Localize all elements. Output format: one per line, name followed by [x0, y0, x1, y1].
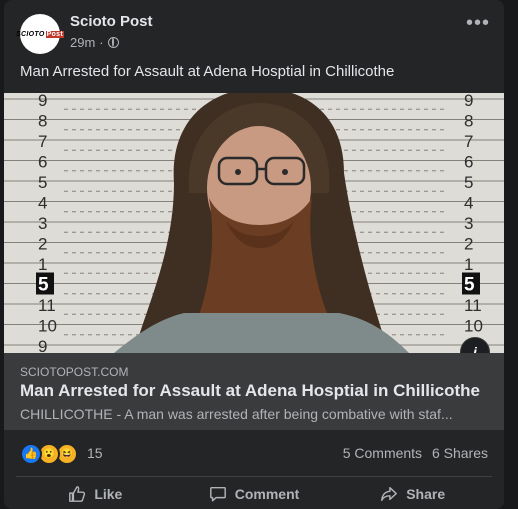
- ruler-label-right: 11: [464, 296, 482, 315]
- post-card: SCIOTO Post Scioto Post 29m · ••• Man Arr…: [4, 0, 504, 509]
- link-preview[interactable]: SCIOTOPOST.COM Man Arrested for Assault …: [4, 353, 504, 430]
- page-name[interactable]: Scioto Post: [70, 13, 153, 30]
- meta-separator: ·: [99, 35, 104, 50]
- link-title[interactable]: Man Arrested for Assault at Adena Hospti…: [20, 381, 480, 401]
- post-time[interactable]: 29m: [70, 35, 95, 50]
- comments-shares: 5 Comments 6 Shares: [337, 445, 488, 461]
- comments-count[interactable]: 5 Comments: [343, 445, 422, 461]
- ruler-label-right: 5: [464, 275, 475, 296]
- reaction-count[interactable]: 15: [87, 445, 103, 461]
- ruler-label-right: 10: [464, 317, 483, 336]
- like-label: Like: [94, 485, 123, 502]
- ruler-label-right: 7: [464, 132, 473, 151]
- page-logo: SCIOTO Post: [16, 30, 64, 38]
- ruler-label-left: 9: [38, 93, 47, 110]
- globe-icon: [107, 37, 119, 48]
- ruler-label-left: 9: [38, 337, 47, 353]
- ruler-label-left: 8: [38, 112, 47, 131]
- post-photo[interactable]: 998877665544332211551111101099 i: [4, 93, 504, 353]
- share-button[interactable]: Share: [333, 478, 492, 509]
- page-avatar[interactable]: SCIOTO Post: [16, 14, 64, 54]
- ruler-label-left: 5: [38, 275, 49, 296]
- reaction-icons[interactable]: 👍 😮 😆: [20, 443, 78, 465]
- share-label: Share: [406, 485, 446, 502]
- thumbs-up-icon: [69, 485, 86, 502]
- ruler-label-left: 4: [38, 194, 47, 213]
- ruler-label-left: 11: [38, 296, 56, 315]
- like-icon: 👍: [20, 443, 42, 465]
- reactions-bar: 👍 😮 😆 15 5 Comments 6 Shares: [4, 430, 504, 472]
- comment-icon: [209, 486, 226, 501]
- ruler-label-left: 1: [38, 255, 47, 274]
- ruler-label-left: 5: [38, 173, 47, 192]
- ruler-label-right: 8: [464, 112, 473, 131]
- shares-count[interactable]: 6 Shares: [432, 445, 488, 461]
- post-text: Man Arrested for Assault at Adena Hospti…: [20, 63, 395, 80]
- ruler-label-left: 2: [38, 235, 47, 254]
- ruler-label-left: 3: [38, 214, 47, 233]
- more-options-icon[interactable]: •••: [466, 13, 490, 33]
- ruler-label-left: 6: [38, 153, 47, 172]
- ruler-label-right: 1: [464, 255, 473, 274]
- mugshot-image: 998877665544332211551111101099: [4, 93, 504, 353]
- comment-label: Comment: [234, 485, 300, 502]
- ruler-label-right: 5: [464, 173, 473, 192]
- post-actions: Like Comment Share: [16, 478, 492, 509]
- actions-divider: [16, 476, 492, 477]
- ruler-label-right: 2: [464, 235, 473, 254]
- ruler-label-right: 6: [464, 153, 473, 172]
- like-button[interactable]: Like: [16, 478, 175, 509]
- ruler-label-left: 10: [38, 317, 57, 336]
- ruler-label-left: 7: [38, 132, 47, 151]
- link-domain: SCIOTOPOST.COM: [20, 365, 129, 379]
- ruler-label-right: 4: [464, 194, 473, 213]
- ruler-label-right: 3: [464, 214, 473, 233]
- link-description: CHILLICOTHE - A man was arrested after b…: [20, 406, 453, 422]
- comment-button[interactable]: Comment: [175, 478, 334, 509]
- ruler-label-right: 9: [464, 93, 473, 110]
- share-icon: [381, 486, 398, 501]
- post-meta: 29m ·: [70, 35, 119, 50]
- post-header: SCIOTO Post Scioto Post 29m · •••: [4, 0, 504, 60]
